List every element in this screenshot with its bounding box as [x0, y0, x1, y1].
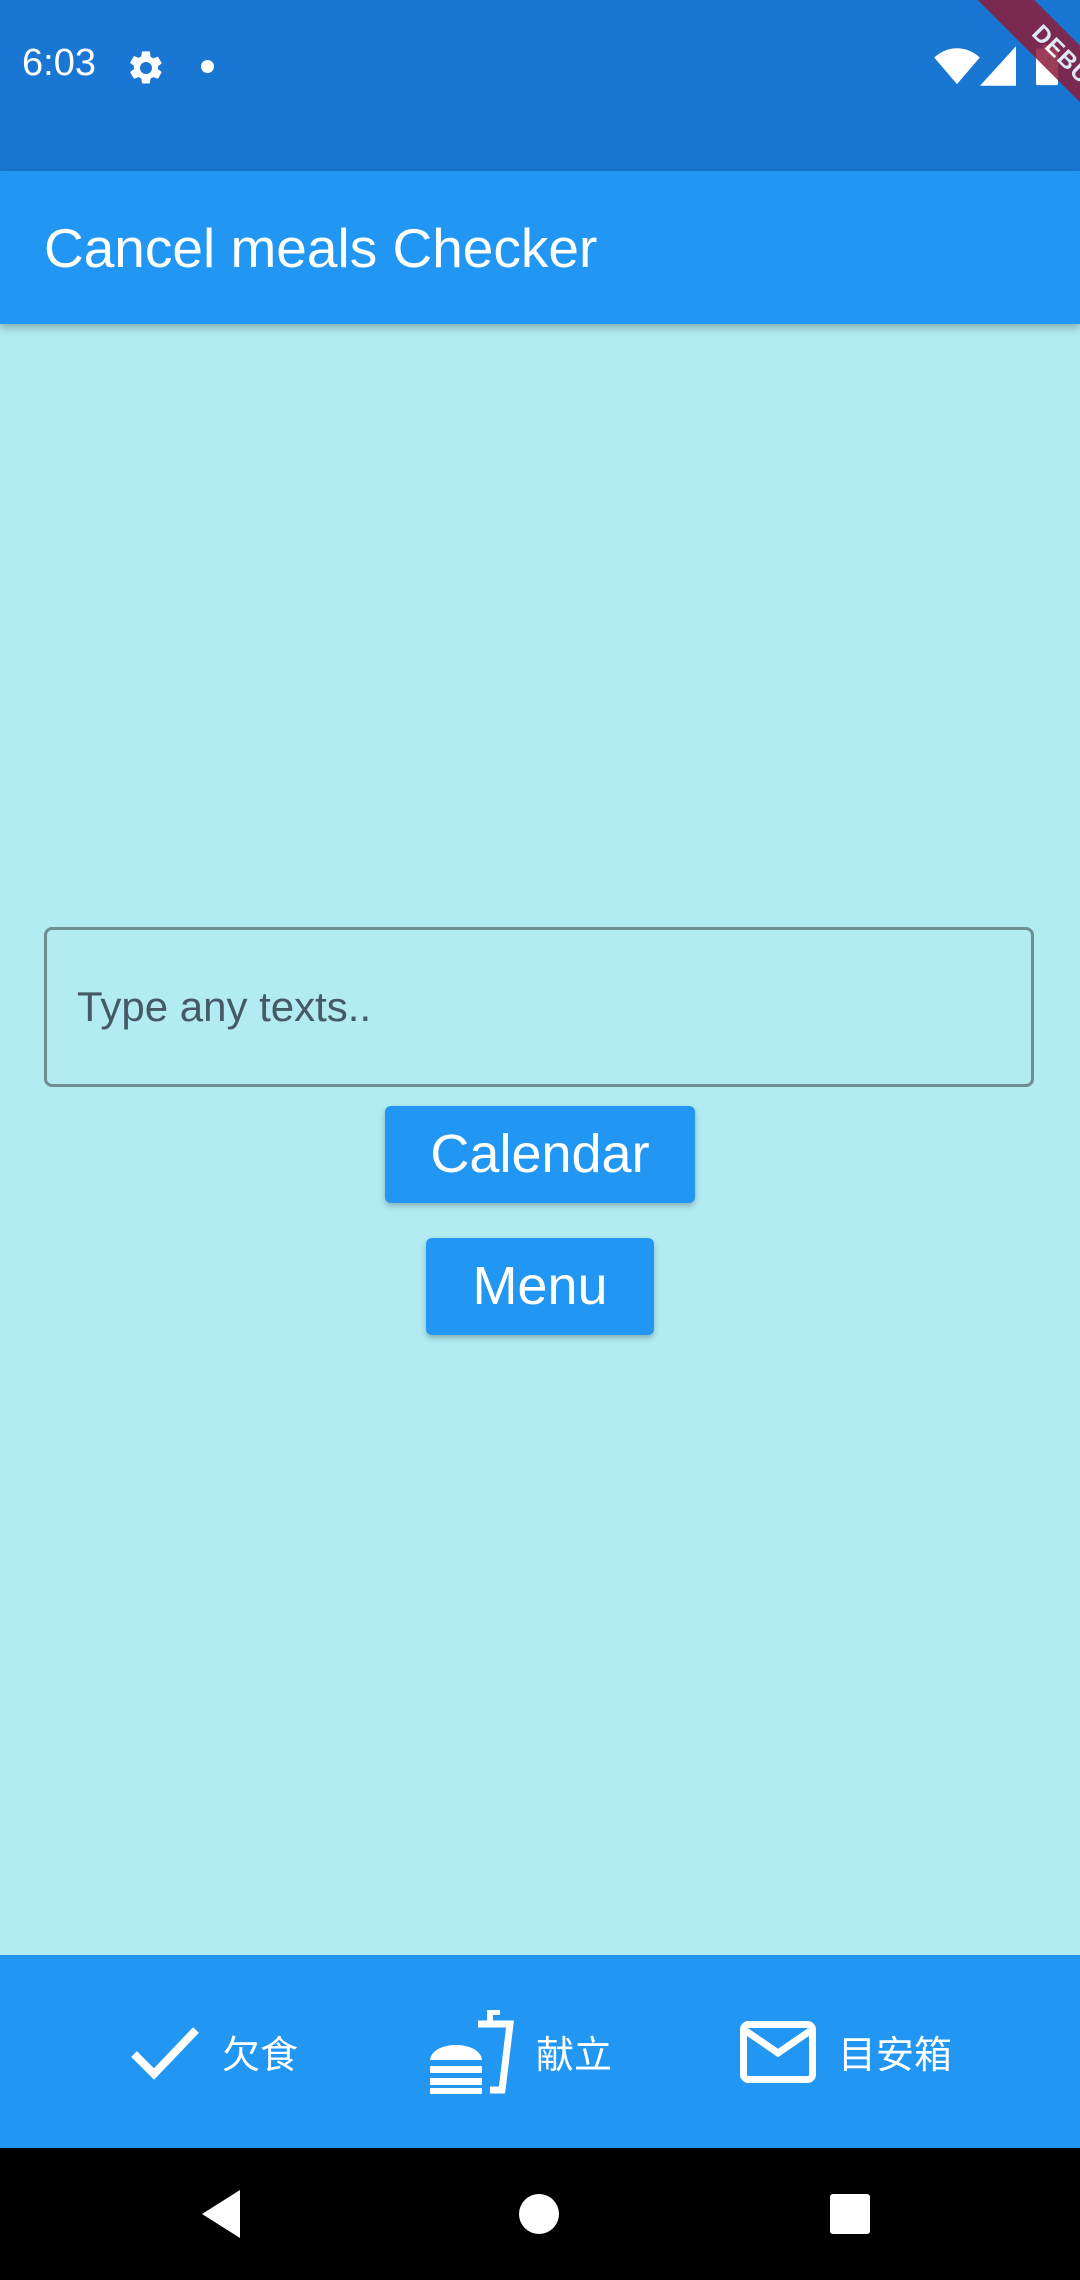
nav-item-menu[interactable]: 献立 [428, 1955, 612, 2148]
nav-item-suggestion-box[interactable]: 目安箱 [740, 1955, 952, 2148]
menu-button[interactable]: Menu [426, 1238, 654, 1335]
back-icon[interactable] [200, 2188, 244, 2240]
debug-label: DEBUG [969, 0, 1080, 160]
debug-banner: DEBUG [920, 0, 1080, 160]
nav-label: 目安箱 [838, 2035, 953, 2077]
status-bar: 6:03 DEBUG [0, 0, 1080, 171]
notification-dot-icon [201, 60, 214, 73]
system-nav-bar [0, 2148, 1080, 2280]
app-bar: Cancel meals Checker [0, 171, 1080, 324]
page-title: Cancel meals Checker [44, 217, 598, 279]
nav-item-meal-cancel[interactable]: 欠食 [130, 1955, 298, 2148]
mail-icon [740, 2020, 816, 2083]
home-icon[interactable] [519, 2194, 559, 2234]
nav-label: 欠食 [222, 2035, 299, 2077]
bottom-nav: 欠食 献立 目安箱 [0, 1955, 1080, 2148]
nav-label: 献立 [536, 2035, 613, 2077]
recents-icon[interactable] [830, 2194, 870, 2234]
calendar-button[interactable]: Calendar [385, 1106, 695, 1203]
check-icon [131, 2026, 199, 2080]
gear-icon [130, 51, 162, 84]
fastfood-icon [430, 2009, 514, 2094]
text-input[interactable]: Type any texts.. [44, 927, 1034, 1087]
status-time: 6:03 [22, 42, 96, 84]
